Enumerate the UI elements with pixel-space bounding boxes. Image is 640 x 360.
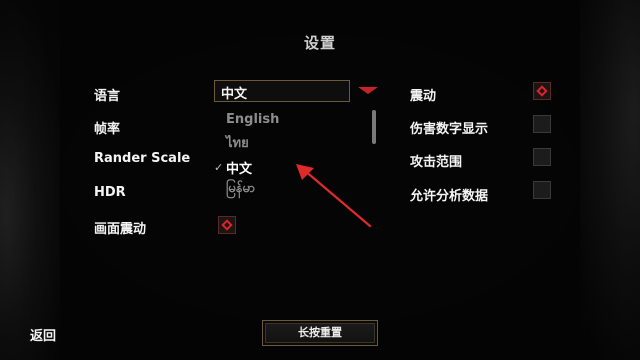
annotation-arrow-icon bbox=[296, 164, 372, 228]
language-option-chinese[interactable]: 中文 bbox=[226, 158, 252, 177]
language-label: 语言 bbox=[94, 89, 121, 104]
page-title: 设置 bbox=[303, 34, 336, 52]
dropdown-scrollbar[interactable] bbox=[372, 110, 376, 144]
framerate-label: 帧率 bbox=[94, 122, 121, 137]
screen-shake-toggle[interactable] bbox=[218, 216, 236, 234]
language-option-burmese[interactable]: မြန်မာ bbox=[226, 180, 255, 199]
diamond-check-icon bbox=[536, 85, 548, 97]
language-dropdown[interactable]: 中文 bbox=[214, 80, 350, 102]
render-scale-label: Rander Scale bbox=[94, 151, 191, 166]
damage-numbers-toggle[interactable] bbox=[533, 115, 551, 133]
attack-range-label: 攻击范围 bbox=[410, 155, 463, 170]
checkmark-icon: ✓ bbox=[214, 161, 224, 174]
damage-numbers-label: 伤害数字显示 bbox=[410, 122, 489, 137]
dropdown-arrow-icon[interactable] bbox=[358, 87, 378, 94]
background-left bbox=[0, 0, 60, 360]
hold-reset-button[interactable]: 长按重置 bbox=[262, 320, 378, 346]
screen-shake-label: 画面震动 bbox=[94, 222, 147, 237]
hdr-label: HDR bbox=[94, 185, 126, 200]
analytics-toggle[interactable] bbox=[533, 181, 551, 199]
language-option-thai[interactable]: ไทย bbox=[226, 132, 249, 153]
attack-range-toggle[interactable] bbox=[533, 148, 551, 166]
language-selected-value: 中文 bbox=[221, 87, 248, 102]
vibration-label: 震动 bbox=[410, 89, 437, 104]
analytics-label: 允许分析数据 bbox=[410, 189, 489, 204]
vibration-toggle[interactable] bbox=[533, 82, 551, 100]
diamond-check-icon bbox=[221, 219, 233, 231]
back-button[interactable]: 返回 bbox=[30, 325, 56, 344]
language-option-english[interactable]: English bbox=[226, 112, 279, 127]
background-right bbox=[580, 0, 640, 360]
